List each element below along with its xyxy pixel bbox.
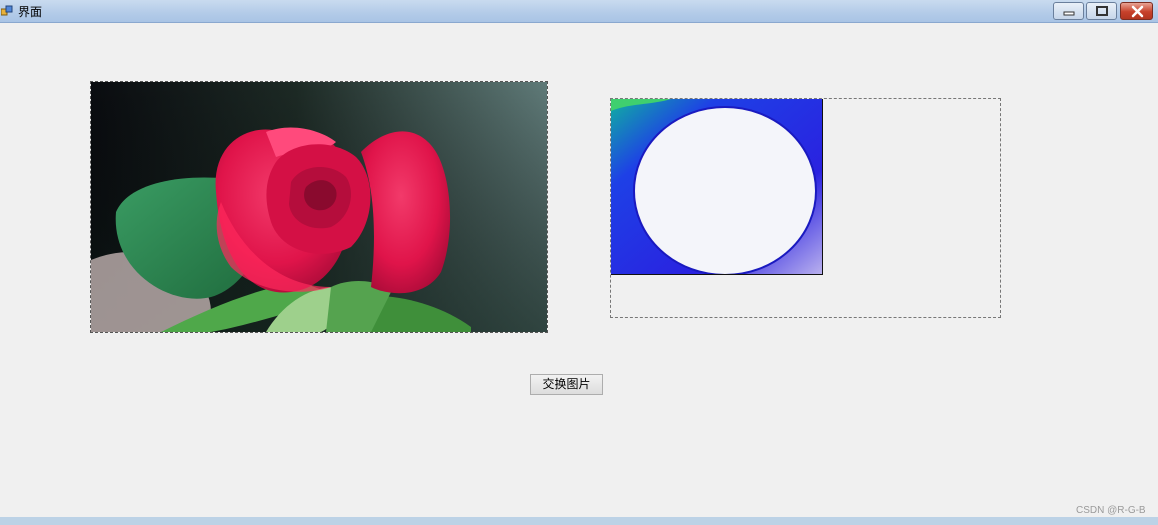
rose-image (91, 82, 547, 332)
minimize-icon (1063, 11, 1075, 16)
picture-box-circle (610, 98, 1001, 318)
title-bar[interactable]: 界面 (0, 0, 1158, 23)
circle-image (611, 99, 822, 274)
window-title: 界面 (18, 5, 43, 19)
picture-box-rose (90, 81, 548, 333)
watermark: CSDN @R-G-B (1076, 505, 1146, 516)
maximize-button[interactable] (1086, 2, 1117, 20)
close-button[interactable] (1120, 2, 1153, 20)
minimize-button[interactable] (1053, 2, 1084, 20)
app-icon (1, 5, 13, 16)
swap-images-button[interactable]: 交换图片 (530, 374, 603, 395)
circle-image-frame (611, 99, 823, 275)
restore-icon (1096, 6, 1108, 16)
bottom-border (0, 517, 1158, 525)
close-icon (1131, 5, 1144, 18)
